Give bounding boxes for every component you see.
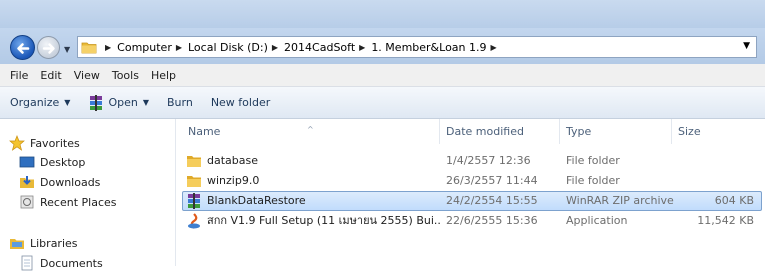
chevron-down-icon: ▼ xyxy=(64,98,71,107)
nav-desktop-label: Desktop xyxy=(40,155,86,169)
new-folder-label: New folder xyxy=(210,96,271,109)
breadcrumb-computer[interactable]: Computer ▶ xyxy=(117,41,188,54)
nav-recent-places[interactable]: Recent Places xyxy=(19,194,117,210)
file-type: File folder xyxy=(566,154,620,167)
column-header-type-label: Type xyxy=(566,125,592,138)
file-name: database xyxy=(186,151,438,171)
column-header-date-label: Date modified xyxy=(446,125,524,138)
file-date: 1/4/2557 12:36 xyxy=(446,154,531,167)
new-folder-button[interactable]: New folder xyxy=(211,96,270,109)
nav-libraries-label: Libraries xyxy=(30,236,78,250)
nav-libraries[interactable]: Libraries xyxy=(9,235,78,251)
folder-icon xyxy=(187,156,201,167)
file-size xyxy=(678,151,754,171)
column-header-name-label: Name xyxy=(188,125,221,138)
column-header-size-label: Size xyxy=(678,125,701,138)
organize-button[interactable]: Organize ▼ xyxy=(10,96,70,109)
file-row-blankdatarestore[interactable]: BlankDataRestore 24/2/2554 15:55 WinRAR … xyxy=(182,191,762,211)
file-row-winzip[interactable]: winzip9.0 26/3/2557 11:44 File folder xyxy=(182,171,762,191)
downloads-icon xyxy=(19,174,35,190)
column-header-type[interactable]: Type xyxy=(560,119,672,144)
menu-bar: File Edit View Tools Help xyxy=(0,64,765,87)
nav-favorites[interactable]: Favorites xyxy=(9,135,80,151)
menu-file[interactable]: File xyxy=(0,69,34,82)
nav-downloads[interactable]: Downloads xyxy=(19,174,100,190)
file-row-setup[interactable]: สกก V1.9 Full Setup (11 เมษายน 2555) Bui… xyxy=(182,211,762,231)
window-title-bar xyxy=(0,0,765,28)
menu-view[interactable]: View xyxy=(68,69,106,82)
file-size: 11,542 KB xyxy=(697,214,754,227)
file-row-database[interactable]: database 1/4/2557 12:36 File folder xyxy=(182,151,762,171)
open-label: Open xyxy=(108,96,138,109)
forward-arrow-icon xyxy=(42,43,55,54)
forward-button[interactable] xyxy=(37,36,60,59)
installer-icon xyxy=(188,213,200,229)
file-date: 24/2/2554 15:55 xyxy=(446,194,538,207)
menu-edit[interactable]: Edit xyxy=(34,69,67,82)
folder-icon xyxy=(187,176,201,187)
nav-desktop[interactable]: Desktop xyxy=(19,154,85,170)
libraries-icon xyxy=(9,235,25,251)
navigation-pane: Favorites Desktop Downloads Recent Place… xyxy=(0,119,176,271)
nav-documents-label: Documents xyxy=(40,256,103,270)
nav-favorites-label: Favorites xyxy=(30,136,80,150)
file-name-text: สกก V1.9 Full Setup (11 เมษายน 2555) Bui… xyxy=(207,214,440,227)
file-name-text: BlankDataRestore xyxy=(207,194,306,207)
folder-icon xyxy=(81,42,97,54)
menu-help[interactable]: Help xyxy=(145,69,182,82)
column-header-size[interactable]: Size xyxy=(672,119,756,144)
file-type: File folder xyxy=(566,174,620,187)
nav-downloads-label: Downloads xyxy=(40,175,101,189)
back-arrow-icon xyxy=(17,43,30,54)
sort-ascending-icon: ^ xyxy=(307,125,314,134)
winrar-icon xyxy=(90,94,103,111)
file-type: WinRAR ZIP archive xyxy=(566,194,674,207)
burn-label: Burn xyxy=(166,96,193,109)
file-name: winzip9.0 xyxy=(186,171,438,191)
desktop-icon xyxy=(19,154,35,170)
breadcrumb-member-loan[interactable]: 1. Member&Loan 1.9 ▶ xyxy=(371,41,502,54)
nav-documents[interactable]: Documents xyxy=(19,255,103,271)
documents-icon xyxy=(19,255,35,271)
open-button[interactable]: Open ▼ xyxy=(88,94,149,111)
file-date: 22/6/2555 15:36 xyxy=(446,214,538,227)
breadcrumb-local-disk[interactable]: Local Disk (D:) ▶ xyxy=(188,41,284,54)
burn-button[interactable]: Burn xyxy=(167,96,193,109)
file-name-text: winzip9.0 xyxy=(207,174,260,187)
column-header-date-modified[interactable]: Date modified xyxy=(440,119,560,144)
nav-recent-places-label: Recent Places xyxy=(40,195,117,209)
back-button[interactable] xyxy=(10,35,35,60)
recent-places-icon xyxy=(19,194,35,210)
menu-tools[interactable]: Tools xyxy=(106,69,145,82)
breadcrumb-separator[interactable]: ▶ xyxy=(101,43,117,52)
chevron-down-icon: ▼ xyxy=(142,98,149,107)
address-bar[interactable]: ▶ Computer ▶ Local Disk (D:) ▶ 2014CadSoft… xyxy=(77,36,757,58)
file-type: Application xyxy=(566,214,628,227)
file-name: BlankDataRestore xyxy=(186,191,438,211)
file-date: 26/3/2557 11:44 xyxy=(446,174,538,187)
file-name: สกก V1.9 Full Setup (11 เมษายน 2555) Bui… xyxy=(186,211,440,231)
column-header-name[interactable]: Name ^ xyxy=(182,119,440,144)
file-size: 604 KB xyxy=(714,194,754,207)
breadcrumb-2014cadsoft[interactable]: 2014CadSoft ▶ xyxy=(284,41,371,54)
file-list: Name ^ Date modified Type Size database … xyxy=(176,119,765,266)
star-icon xyxy=(9,135,25,151)
organize-label: Organize xyxy=(10,96,60,109)
address-dropdown-icon[interactable]: ▼ xyxy=(743,41,750,51)
winrar-icon xyxy=(188,193,200,209)
file-name-text: database xyxy=(207,154,258,167)
recent-pages-dropdown-icon[interactable]: ▼ xyxy=(64,45,70,54)
file-size xyxy=(678,171,754,191)
command-bar: Organize ▼ Open ▼ Burn New folder xyxy=(0,87,765,119)
